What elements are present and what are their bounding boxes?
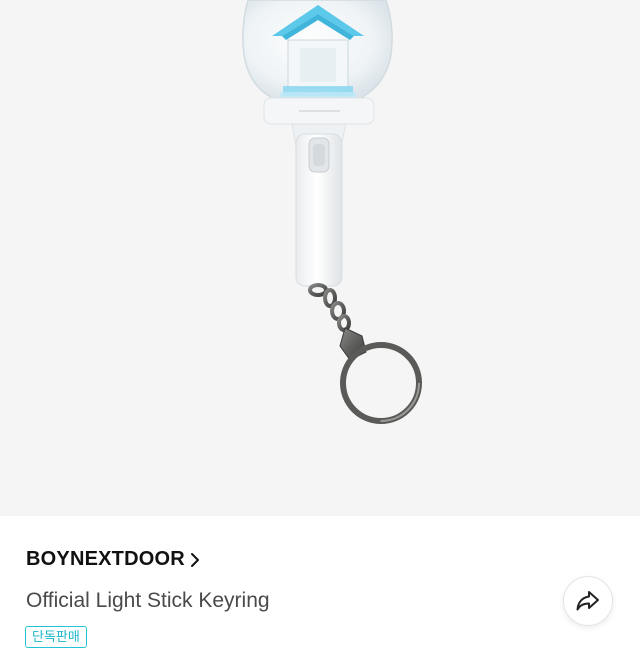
share-button[interactable]	[563, 576, 613, 626]
light-stick-keyring-image	[242, 0, 422, 424]
product-title: Official Light Stick Keyring	[26, 589, 270, 612]
exclusive-badge: 단독판매	[25, 626, 87, 648]
keyring-chain	[308, 283, 351, 332]
product-info-panel	[0, 516, 640, 640]
chevron-right-icon[interactable]	[189, 550, 201, 570]
product-image[interactable]	[0, 0, 640, 516]
brand-name[interactable]: BOYNEXTDOOR	[26, 548, 185, 571]
brand-link[interactable]: BOYNEXTDOOR	[26, 548, 201, 571]
share-arrow-icon	[576, 591, 599, 611]
